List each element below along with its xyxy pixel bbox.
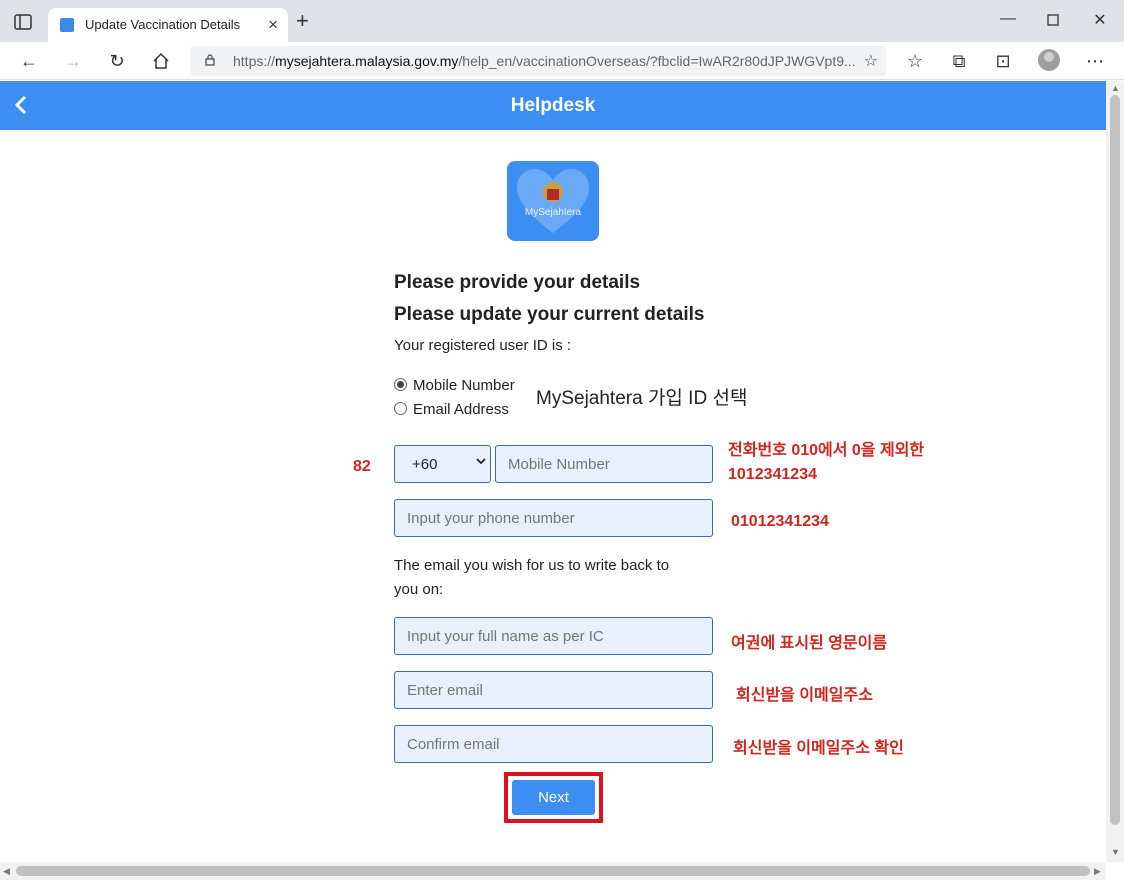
confirm-email-input[interactable] [394,725,713,763]
scroll-down-icon[interactable]: ▼ [1111,847,1120,857]
annotation-country-code: 82 [353,458,371,475]
browser-tab[interactable]: Update Vaccination Details × [48,8,288,42]
annotation-email: 회신받을 이메일주소 [736,687,873,704]
tab-actions-icon[interactable] [14,14,32,30]
chevron-down-icon [476,455,486,469]
mobile-number-input[interactable] [495,445,713,483]
update-heading: Please update your current details [394,304,705,325]
registered-id-label: Your registered user ID is : [394,337,572,354]
phone-number-input[interactable] [394,499,713,537]
profile-avatar[interactable] [1038,49,1060,71]
url-text: https://mysejahtera.malaysia.gov.my/help… [233,53,856,69]
annotation-select-id: MySejahtera 가입 ID 선택 [536,388,748,409]
tab-title: Update Vaccination Details [85,17,241,32]
radio-label: Mobile Number [413,377,515,394]
radio-label: Email Address [413,401,509,418]
scroll-left-icon[interactable]: ◀ [3,866,10,877]
minimize-icon[interactable]: — [998,10,1018,30]
mysejahtera-logo: MySejahtera [507,161,599,241]
browser-toolbar: ← → ↻ https://mysejahtera.malaysia.gov.m… [0,42,1124,80]
details-heading: Please provide your details [394,272,641,293]
email-prompt-line2: you on: [394,581,444,598]
next-button[interactable]: Next [512,780,595,815]
scroll-right-icon[interactable]: ▶ [1094,866,1101,877]
lock-icon [205,54,215,66]
home-icon[interactable] [150,50,172,72]
annotation-phone: 01012341234 [731,513,829,530]
annotation-mobile-line2: 1012341234 [728,466,817,483]
vertical-scrollbar[interactable]: ▲ ▼ [1106,81,1124,862]
browser-titlebar: Update Vaccination Details × + — ✕ [0,0,1124,42]
radio-email-address[interactable]: Email Address [394,401,509,418]
email-prompt-line1: The email you wish for us to write back … [394,557,670,574]
page-header: Helpdesk [0,81,1106,130]
maximize-icon[interactable] [1043,10,1063,30]
add-favorite-icon[interactable]: ☆ [864,51,878,71]
address-bar[interactable]: https://mysejahtera.malaysia.gov.my/help… [190,46,886,76]
collections-icon[interactable]: ⧉ [948,50,970,72]
radio-button[interactable] [394,378,407,391]
favorites-icon[interactable]: ☆ [904,50,926,72]
close-window-icon[interactable]: ✕ [1090,10,1110,30]
scroll-up-icon[interactable]: ▲ [1111,83,1120,93]
page-viewport: Helpdesk MySejahtera Please provide your… [0,81,1106,862]
annotation-mobile-line1: 전화번호 010에서 0을 제외한 [728,442,925,459]
country-code-select[interactable]: +60 [394,445,491,483]
close-tab-icon[interactable]: × [268,15,278,35]
next-button-highlight: Next [504,772,603,823]
email-input[interactable] [394,671,713,709]
page-title: Helpdesk [510,95,596,116]
horizontal-scrollbar[interactable]: ◀ ▶ [0,862,1106,880]
vertical-scroll-thumb[interactable] [1110,95,1120,825]
radio-mobile-number[interactable]: Mobile Number [394,377,515,394]
forward-arrow-icon[interactable]: → [62,50,84,72]
back-arrow-icon[interactable]: ← [18,50,40,72]
refresh-icon[interactable]: ↻ [106,50,128,72]
site-favicon-icon [60,18,74,32]
annotation-name: 여권에 표시된 영문이름 [731,635,888,652]
full-name-input[interactable] [394,617,713,655]
new-tab-icon[interactable]: + [296,10,309,32]
extensions-icon[interactable]: ⊡ [992,50,1014,72]
horizontal-scroll-thumb[interactable] [16,866,1090,876]
logo-text: MySejahtera [524,207,582,218]
radio-button[interactable] [394,402,407,415]
annotation-confirm-email: 회신받을 이메일주소 확인 [733,740,904,757]
more-menu-icon[interactable]: ⋯ [1084,50,1106,72]
